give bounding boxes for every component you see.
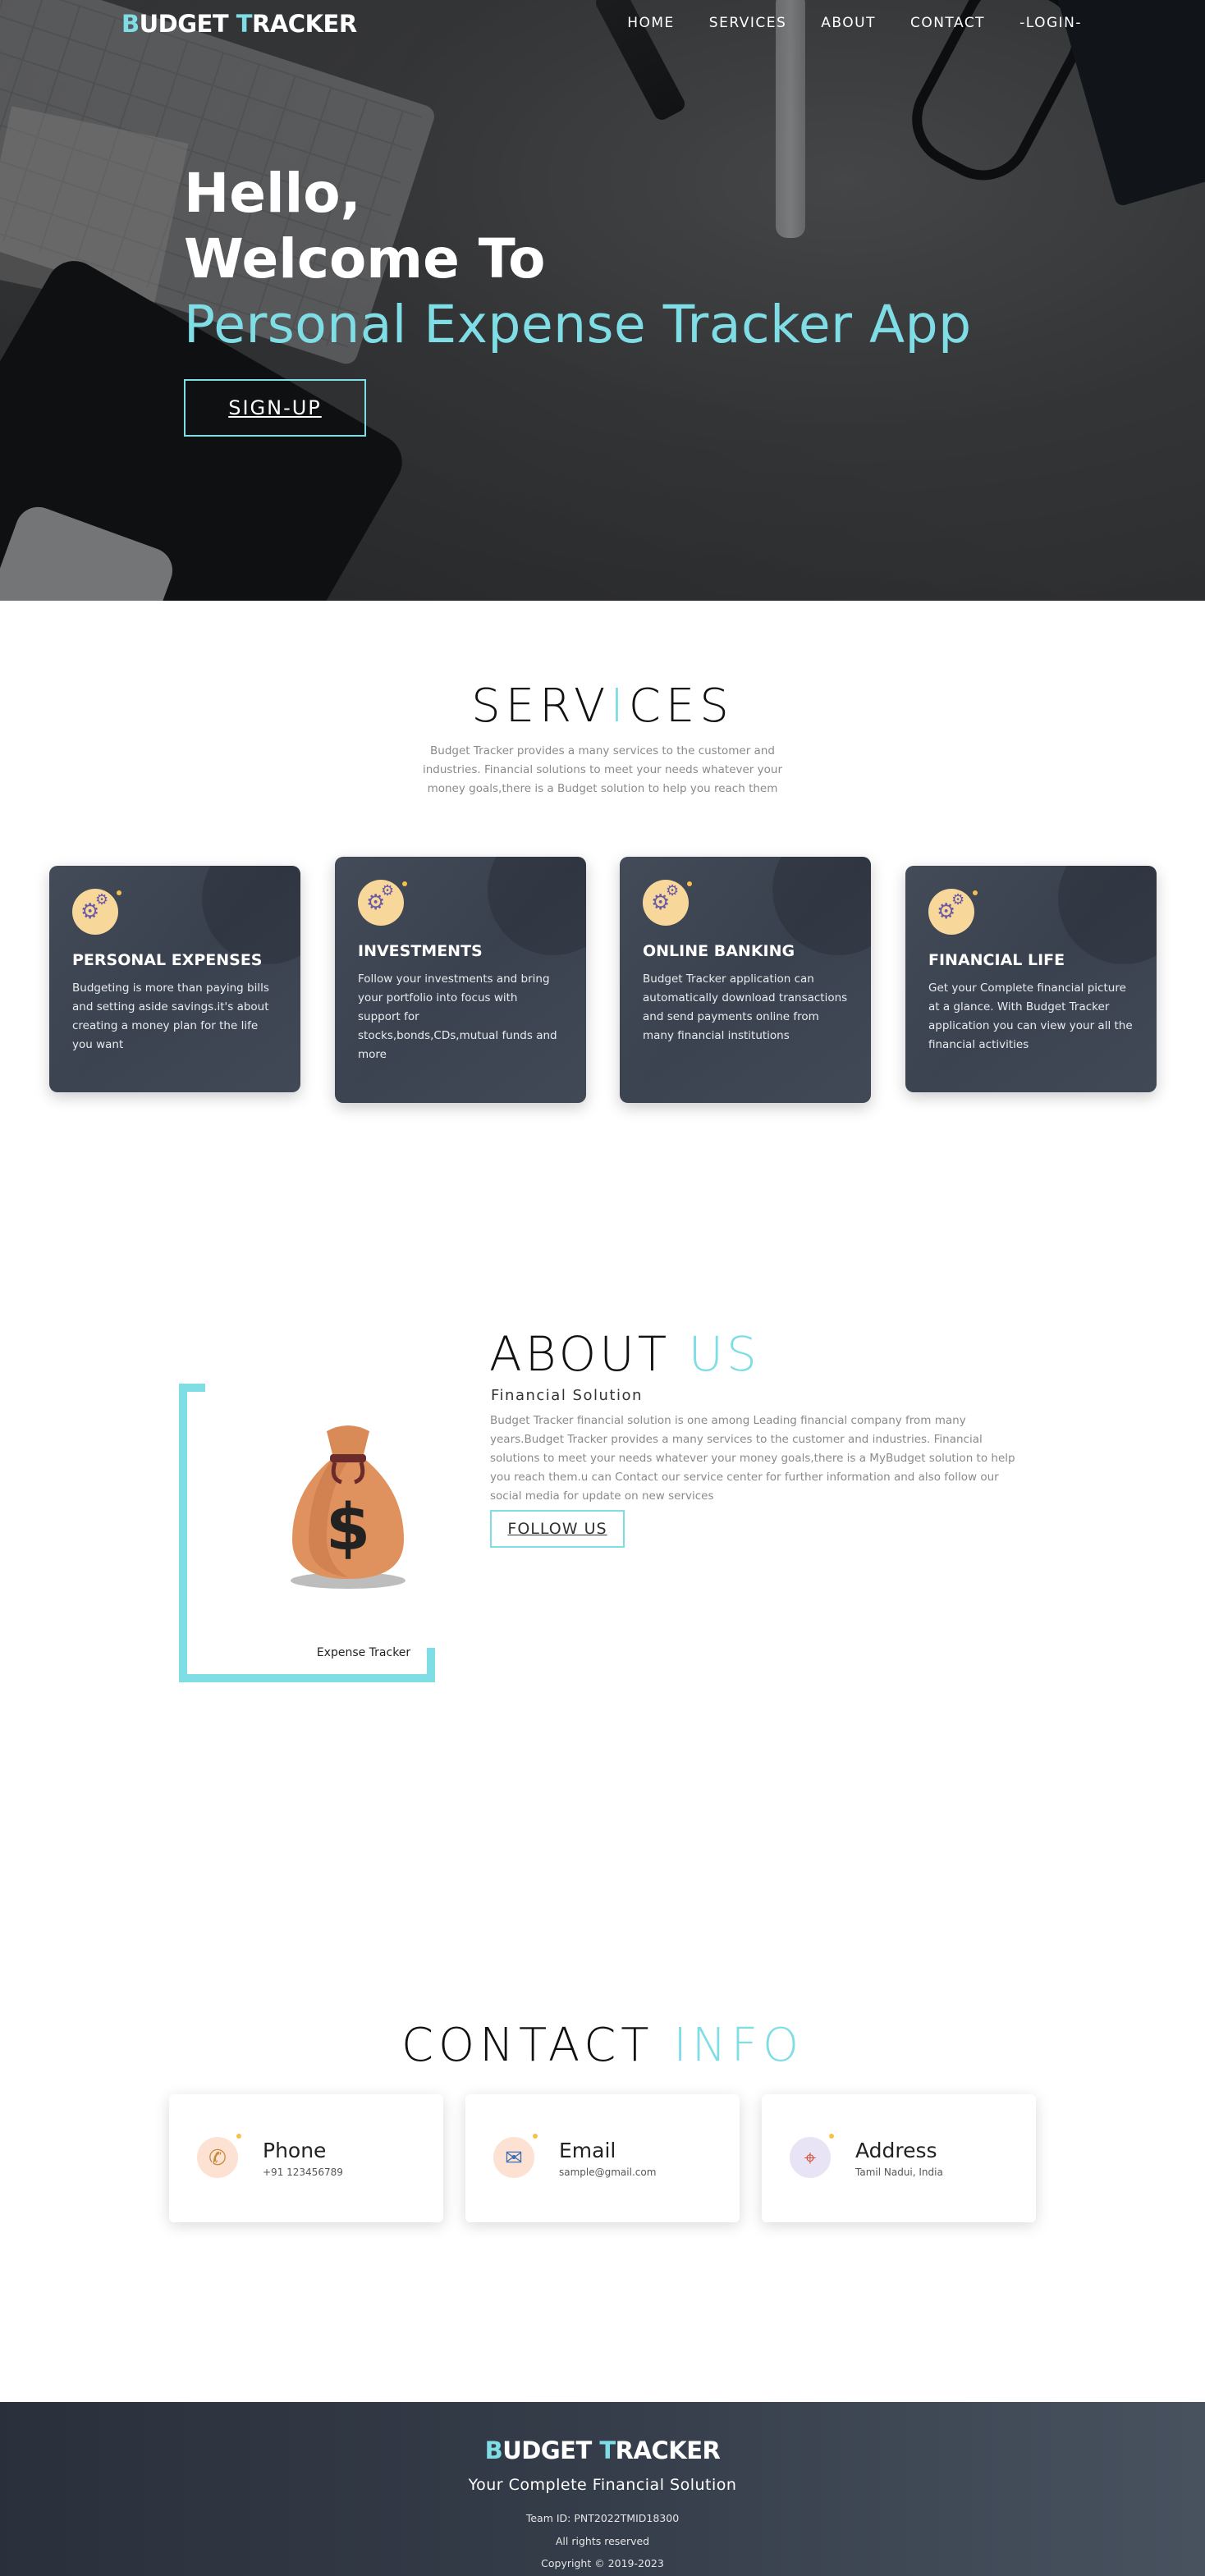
- service-card-text: Budgeting is more than paying bills and …: [72, 981, 269, 1051]
- nav-links: HOME SERVICES ABOUT CONTACT -LOGIN-: [627, 15, 1082, 31]
- contact-card-address[interactable]: ⌖ Address Tamil Nadui, India: [762, 2094, 1036, 2222]
- brand-letter-t: T: [236, 10, 253, 38]
- service-card-financial-life[interactable]: FINANCIAL LIFE Get your Complete financi…: [905, 866, 1157, 1092]
- hero-greeting: Hello,: [184, 162, 361, 225]
- about-description: Budget Tracker financial solution is one…: [490, 1414, 1015, 1503]
- footer-brand-letter-t: T: [599, 2436, 616, 2464]
- sparkle-icon: [829, 2134, 834, 2139]
- sparkle-icon: [402, 881, 407, 886]
- gears-icon: [72, 889, 118, 935]
- footer-rights: All rights reserved: [555, 2535, 650, 2547]
- service-card-title: INVESTMENTS: [358, 942, 483, 960]
- about-section: $ Expense Tracker ABOUT US Financial Sol…: [0, 1233, 1205, 1832]
- footer: BUDGET TRACKER Your Complete Financial S…: [0, 2402, 1205, 2576]
- footer-copyright: Copyright © 2019-2023: [541, 2557, 664, 2569]
- contact-card-title: Phone: [263, 2139, 327, 2162]
- nav-about[interactable]: ABOUT: [821, 15, 876, 31]
- about-title-accent: US: [688, 1326, 760, 1382]
- hero-section: BUDGET TRACKER HOME SERVICES ABOUT CONTA…: [0, 0, 1205, 601]
- service-card-title: PERSONAL EXPENSES: [72, 951, 263, 969]
- contact-card-title: Email: [559, 2139, 616, 2162]
- contact-card-value[interactable]: sample@gmail.com: [559, 2166, 656, 2178]
- nav-contact[interactable]: CONTACT: [910, 15, 985, 31]
- contact-title-main: CONTACT: [401, 2019, 674, 2072]
- services-description: Budget Tracker provides a many services …: [422, 744, 783, 795]
- phone-glyph: ✆: [208, 2145, 227, 2170]
- brand-letter-b: B: [121, 10, 140, 38]
- sparkle-icon: [687, 881, 692, 886]
- footer-brand-letter-b: B: [484, 2436, 503, 2464]
- nav-services[interactable]: SERVICES: [709, 15, 786, 31]
- hero-welcome: Welcome To: [184, 227, 546, 291]
- contact-card-phone[interactable]: ✆ Phone +91 123456789: [169, 2094, 443, 2222]
- service-card-text: Budget Tracker application can automatic…: [643, 972, 848, 1042]
- about-title: ABOUT US: [489, 1326, 760, 1382]
- sparkle-icon: [533, 2134, 538, 2139]
- about-subtitle: Financial Solution: [491, 1387, 643, 1404]
- about-title-main: ABOUT: [489, 1326, 689, 1382]
- service-card-personal-expenses[interactable]: PERSONAL EXPENSES Budgeting is more than…: [49, 866, 300, 1092]
- contact-card-email[interactable]: ✉ Email sample@gmail.com: [465, 2094, 740, 2222]
- gears-icon: [643, 880, 689, 926]
- contact-card-value[interactable]: +91 123456789: [263, 2166, 343, 2178]
- sparkle-icon: [236, 2134, 241, 2139]
- hero-app-name: Personal Expense Tracker App: [184, 295, 972, 355]
- hero-text: Hello, Welcome To Personal Expense Track…: [184, 161, 972, 437]
- sparkle-icon: [973, 890, 978, 895]
- brand-text-2: RACKER: [252, 10, 357, 38]
- contact-card-value: Tamil Nadui, India: [855, 2166, 943, 2178]
- service-card-text: Follow your investments and bring your p…: [358, 972, 557, 1061]
- services-section: SERVICES Budget Tracker provides a many …: [0, 601, 1205, 1233]
- follow-us-button[interactable]: FOLLOW US: [490, 1510, 625, 1548]
- nav-home[interactable]: HOME: [627, 15, 675, 31]
- top-nav: BUDGET TRACKER HOME SERVICES ABOUT CONTA…: [0, 0, 1205, 48]
- brand-logo[interactable]: BUDGET TRACKER: [121, 10, 357, 38]
- service-card-title: FINANCIAL LIFE: [928, 951, 1065, 969]
- service-card-online-banking[interactable]: ONLINE BANKING Budget Tracker applicatio…: [620, 857, 871, 1103]
- contact-title-accent: INFO: [673, 2019, 804, 2072]
- email-glyph: ✉: [505, 2145, 523, 2170]
- footer-brand: BUDGET TRACKER: [0, 2436, 1205, 2464]
- map-glyph: ⌖: [804, 2145, 817, 2170]
- footer-tagline: Your Complete Financial Solution: [468, 2476, 737, 2494]
- services-title-part2: CES: [628, 679, 734, 733]
- map-icon: ⌖: [790, 2134, 834, 2178]
- about-image-frame: $ Expense Tracker: [179, 1384, 435, 1682]
- service-card-investments[interactable]: INVESTMENTS Follow your investments and …: [335, 857, 586, 1103]
- gears-icon: [928, 889, 974, 935]
- brand-text-1: UDGET: [139, 10, 236, 38]
- nav-login[interactable]: -LOGIN-: [1019, 15, 1082, 31]
- contact-card-title: Address: [855, 2139, 937, 2162]
- money-bag-icon: $: [291, 1425, 405, 1589]
- phone-icon: ✆: [197, 2134, 241, 2178]
- email-icon: ✉: [493, 2134, 538, 2178]
- dollar-sign: $: [326, 1491, 370, 1565]
- services-title-part1: SERV: [471, 679, 611, 733]
- footer-team-id: Team ID: PNT2022TMID18300: [525, 2512, 680, 2524]
- footer-brand-text-2: RACKER: [615, 2436, 721, 2464]
- services-title-accent: I: [610, 679, 629, 733]
- gears-icon: [358, 880, 404, 926]
- sparkle-icon: [117, 890, 121, 895]
- contact-title: CONTACT INFO: [0, 2019, 1205, 2072]
- signup-button[interactable]: SIGN-UP: [184, 379, 366, 437]
- contact-section: CONTACT INFO ✆ Phone +91 123456789 ✉ Ema…: [0, 1832, 1205, 2402]
- services-title: SERVICES: [0, 679, 1205, 733]
- service-card-text: Get your Complete financial picture at a…: [928, 981, 1133, 1051]
- about-image-caption: Expense Tracker: [316, 1646, 411, 1659]
- service-card-title: ONLINE BANKING: [643, 942, 795, 960]
- footer-brand-text-1: UDGET: [502, 2436, 600, 2464]
